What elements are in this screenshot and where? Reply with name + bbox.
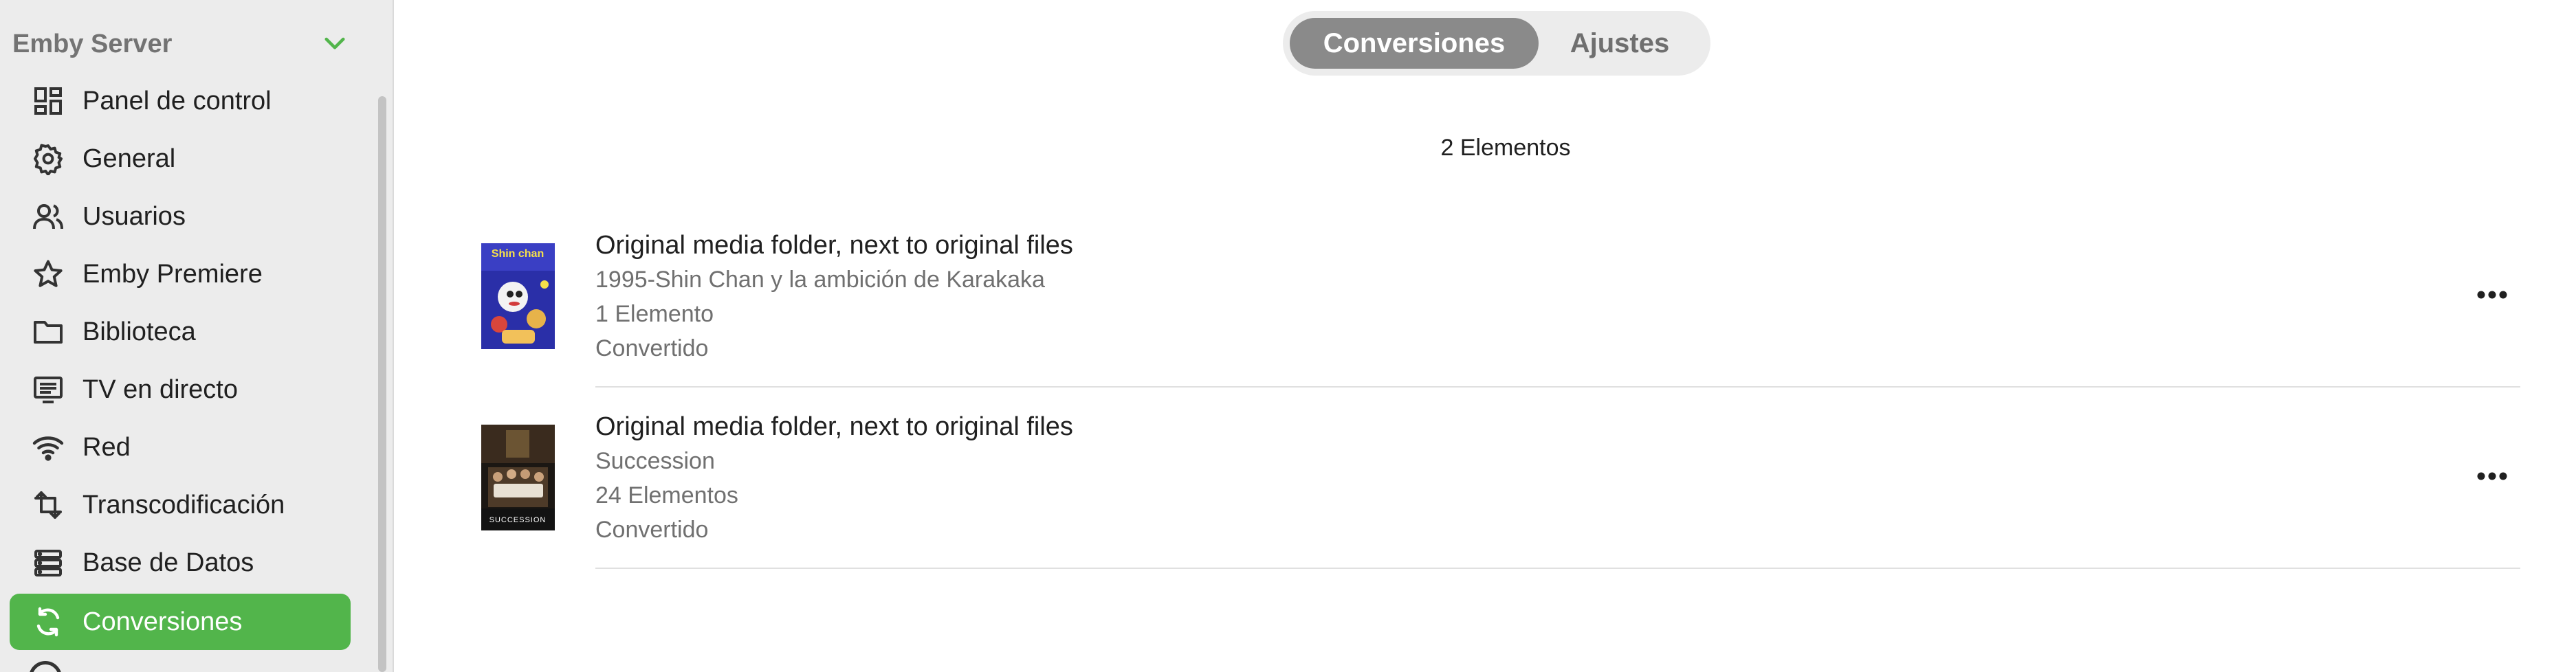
wifi-icon bbox=[29, 428, 67, 467]
tab-bar: Conversiones Ajustes bbox=[1283, 11, 1710, 76]
row-divider bbox=[595, 568, 2520, 569]
sidebar: Emby Server Panel de control General Usu… bbox=[0, 0, 394, 672]
sidebar-item-label: TV en directo bbox=[82, 374, 238, 404]
sidebar-scrollbar[interactable] bbox=[378, 96, 386, 672]
conversion-count: 1 Elemento bbox=[595, 301, 714, 327]
conversion-status: Convertido bbox=[595, 517, 709, 543]
conversion-status: Convertido bbox=[595, 335, 709, 361]
sidebar-item-label: Red bbox=[82, 432, 131, 462]
database-icon bbox=[29, 544, 67, 582]
sidebar-item-usuarios[interactable]: Usuarios bbox=[10, 188, 351, 245]
tv-guide-icon bbox=[29, 370, 67, 409]
poster-image: Shin chan bbox=[481, 243, 555, 349]
sidebar-item-transcodificacion[interactable]: Transcodificación bbox=[10, 477, 351, 533]
sidebar-item-label: General bbox=[82, 144, 176, 173]
sidebar-item-label: Transcodificación bbox=[82, 490, 285, 519]
tab-ajustes[interactable]: Ajustes bbox=[1539, 18, 1701, 69]
sidebar-item-base-de-datos[interactable]: Base de Datos bbox=[10, 535, 351, 591]
conversion-details: Original media folder, next to original … bbox=[595, 228, 1073, 366]
more-options-button[interactable] bbox=[2461, 456, 2523, 497]
poster-image: SUCCESSION bbox=[481, 425, 555, 530]
conversion-name: 1995-Shin Chan y la ambición de Karakaka bbox=[595, 267, 1045, 293]
sidebar-item-panel-de-control[interactable]: Panel de control bbox=[10, 73, 351, 129]
sidebar-item-conversiones[interactable]: Conversiones bbox=[10, 594, 351, 650]
sidebar-item-label: Usuarios bbox=[82, 201, 186, 231]
sidebar-item-label: Panel de control bbox=[82, 86, 272, 115]
conversions-icon bbox=[29, 603, 67, 641]
tab-conversiones[interactable]: Conversiones bbox=[1290, 18, 1539, 69]
conversion-count: 24 Elementos bbox=[595, 482, 738, 508]
sidebar-item-label: Base de Datos bbox=[82, 548, 254, 577]
partial-nav-icon bbox=[29, 661, 62, 672]
chevron-down-icon[interactable] bbox=[320, 30, 349, 58]
sidebar-item-label: Conversiones bbox=[82, 607, 243, 636]
sidebar-item-red[interactable]: Red bbox=[10, 419, 351, 475]
poster-title-text: Shin chan bbox=[492, 248, 544, 260]
conversion-title: Original media folder, next to original … bbox=[595, 412, 1073, 441]
poster-title-text: SUCCESSION bbox=[489, 516, 547, 524]
server-selector[interactable]: Emby Server bbox=[12, 26, 349, 62]
row-divider bbox=[595, 386, 2520, 388]
star-icon bbox=[29, 255, 67, 293]
server-name: Emby Server bbox=[12, 29, 173, 58]
users-icon bbox=[29, 197, 67, 236]
more-horizontal-icon bbox=[2477, 472, 2507, 480]
sidebar-item-emby-premiere[interactable]: Emby Premiere bbox=[10, 246, 351, 302]
more-horizontal-icon bbox=[2477, 291, 2507, 299]
settings-gear-icon bbox=[29, 139, 67, 178]
items-count: 2 Elementos bbox=[1440, 135, 1571, 161]
sidebar-item-label: Biblioteca bbox=[82, 317, 196, 346]
sidebar-item-biblioteca[interactable]: Biblioteca bbox=[10, 304, 351, 360]
sidebar-item-tv-en-directo[interactable]: TV en directo bbox=[10, 361, 351, 418]
list-item[interactable]: SUCCESSION Original media folder, next t… bbox=[481, 410, 2544, 591]
conversion-name: Succession bbox=[595, 448, 715, 474]
more-options-button[interactable] bbox=[2461, 274, 2523, 315]
sidebar-item-general[interactable]: General bbox=[10, 131, 351, 187]
dashboard-icon bbox=[29, 82, 67, 120]
conversion-title: Original media folder, next to original … bbox=[595, 231, 1073, 260]
conversion-details: Original media folder, next to original … bbox=[595, 410, 1073, 547]
sidebar-item-label: Emby Premiere bbox=[82, 259, 263, 289]
transcode-icon bbox=[29, 486, 67, 524]
list-item[interactable]: Shin chan Original media folder, next to… bbox=[481, 228, 2544, 410]
folder-icon bbox=[29, 313, 67, 351]
